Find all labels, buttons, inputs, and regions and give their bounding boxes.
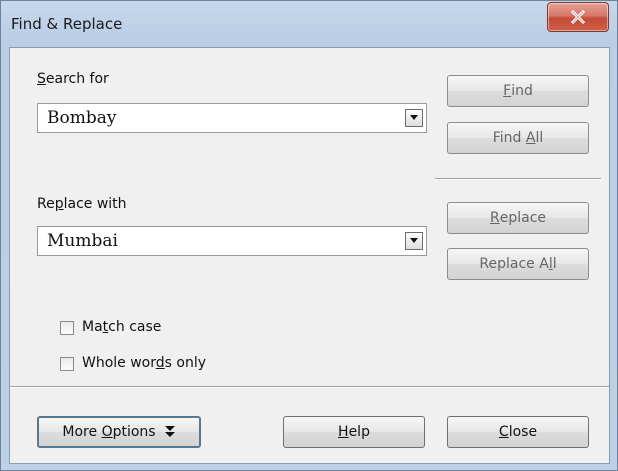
- close-icon: [571, 10, 585, 24]
- more-options-button[interactable]: More Options: [37, 416, 201, 448]
- help-button[interactable]: Help: [283, 416, 425, 448]
- whole-words-label[interactable]: Whole words only: [82, 355, 206, 371]
- search-dropdown-button[interactable]: [405, 109, 423, 127]
- replace-dropdown-button[interactable]: [405, 232, 423, 250]
- find-button[interactable]: Find: [447, 75, 589, 107]
- bottom-separator: [10, 386, 609, 388]
- search-input[interactable]: [38, 104, 398, 132]
- replace-input[interactable]: [38, 227, 398, 255]
- match-case-label[interactable]: Match case: [82, 319, 161, 335]
- replace-button[interactable]: Replace: [447, 202, 589, 234]
- find-all-button[interactable]: Find All: [447, 122, 589, 154]
- whole-words-checkbox[interactable]: [60, 357, 74, 371]
- chevron-down-icon: [410, 238, 418, 243]
- close-button[interactable]: Close: [447, 416, 589, 448]
- search-combobox[interactable]: [37, 103, 427, 133]
- replace-combobox[interactable]: [37, 226, 427, 256]
- separator: [435, 178, 601, 180]
- window-title: Find & Replace: [11, 15, 123, 33]
- dialog-body: Search for Replace with Find Find All Re…: [9, 47, 610, 464]
- search-for-label: Search for: [37, 71, 109, 87]
- title-bar: Find & Replace: [1, 1, 617, 47]
- replace-with-label: Replace with: [37, 196, 127, 212]
- match-case-checkbox[interactable]: [60, 321, 74, 335]
- find-replace-dialog: Find & Replace Search for Replace with F…: [0, 0, 618, 471]
- window-close-button[interactable]: [547, 2, 609, 32]
- double-chevron-down-icon: [164, 426, 175, 437]
- chevron-down-icon: [410, 115, 418, 120]
- replace-all-button[interactable]: Replace All: [447, 248, 589, 280]
